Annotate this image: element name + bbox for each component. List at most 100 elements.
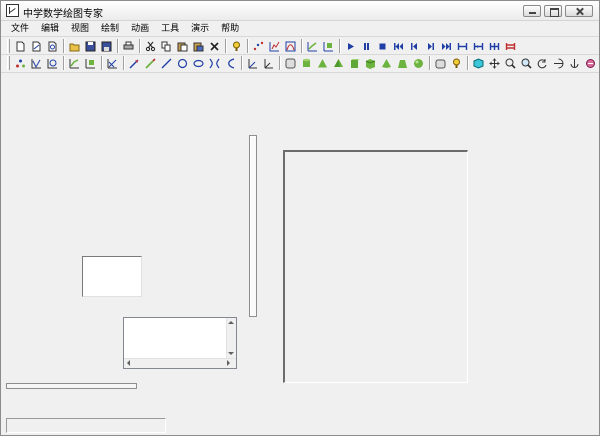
menu-tools[interactable]: 工具: [155, 22, 185, 36]
step-lines-2-button[interactable]: [471, 39, 486, 54]
toolbar-separator: [339, 39, 341, 53]
tetrahedron-button[interactable]: [379, 56, 394, 71]
delete-button[interactable]: [207, 39, 222, 54]
step-forward-button[interactable]: [423, 39, 438, 54]
plot-parametric-button[interactable]: [321, 39, 336, 54]
sphere-button[interactable]: [411, 56, 426, 71]
step-lines-1-button[interactable]: [455, 39, 470, 54]
axes-grid-button[interactable]: [267, 39, 282, 54]
step-lines-4-button[interactable]: [503, 39, 518, 54]
open-folder-button[interactable]: [67, 39, 82, 54]
pyramid-button[interactable]: [331, 56, 346, 71]
paste-special-button[interactable]: [191, 39, 206, 54]
hyperbola-button[interactable]: [207, 56, 222, 71]
scroll-down-icon[interactable]: [228, 352, 234, 355]
copy-button[interactable]: [159, 39, 174, 54]
insert-function-button[interactable]: [67, 56, 82, 71]
menu-file[interactable]: 文件: [5, 22, 35, 36]
points-button[interactable]: [13, 56, 28, 71]
play-button[interactable]: [343, 39, 358, 54]
pyramid-icon: [334, 58, 343, 67]
rotate-free-button[interactable]: [583, 56, 598, 71]
frustum-button[interactable]: [395, 56, 410, 71]
move-icon: [489, 58, 500, 68]
to-end-button[interactable]: [439, 39, 454, 54]
menu-demo[interactable]: 演示: [185, 22, 215, 36]
plot-function-button[interactable]: [305, 39, 320, 54]
scroll-right-icon[interactable]: [227, 360, 230, 366]
title-bar[interactable]: 中学数学绘图专家: [1, 1, 599, 21]
toolbar-grip[interactable]: [7, 56, 10, 70]
menu-animation[interactable]: 动画: [125, 22, 155, 36]
coord-system-button[interactable]: [105, 56, 120, 71]
circle-button[interactable]: [175, 56, 190, 71]
vertical-slider[interactable]: [249, 135, 257, 317]
expression-textbox[interactable]: [123, 317, 237, 369]
line-arrow-button[interactable]: [127, 56, 142, 71]
func-area-icon: [47, 58, 57, 68]
scroll-left-icon[interactable]: [127, 360, 130, 366]
new-file-button[interactable]: [13, 39, 28, 54]
save-button[interactable]: [83, 39, 98, 54]
insert-parametric-button[interactable]: [83, 56, 98, 71]
prism-button[interactable]: [347, 56, 362, 71]
maximize-button[interactable]: [544, 5, 562, 17]
cut-button[interactable]: [143, 39, 158, 54]
close-button[interactable]: [565, 5, 593, 17]
stop-button[interactable]: [375, 39, 390, 54]
axis-xyz-button[interactable]: [261, 56, 276, 71]
zoom-out-button[interactable]: [519, 56, 534, 71]
to-start-button[interactable]: [391, 39, 406, 54]
zoom-in-button[interactable]: [503, 56, 518, 71]
pause-button[interactable]: [359, 39, 374, 54]
step-lines-3-icon: [489, 42, 500, 50]
scatter-points-button[interactable]: [251, 39, 266, 54]
horizontal-scrollbar[interactable]: [124, 358, 236, 368]
print-button[interactable]: [121, 39, 136, 54]
step-back-button[interactable]: [407, 39, 422, 54]
new-3d-button[interactable]: [45, 39, 60, 54]
minimize-button[interactable]: [523, 5, 541, 17]
curve-pen-button[interactable]: [143, 56, 158, 71]
move-button[interactable]: [487, 56, 502, 71]
help-button[interactable]: [229, 39, 244, 54]
eraser-button[interactable]: [283, 56, 298, 71]
light-bulb-button[interactable]: [449, 56, 464, 71]
wireframe-button[interactable]: [433, 56, 448, 71]
axes-curve-button[interactable]: [283, 39, 298, 54]
step-lines-3-button[interactable]: [487, 39, 502, 54]
status-bar: [6, 418, 166, 433]
cylinder-icon: [303, 58, 310, 67]
toolbar-separator: [279, 56, 281, 70]
rotate-x-button[interactable]: [535, 56, 550, 71]
func-area-button[interactable]: [45, 56, 60, 71]
cone-button[interactable]: [315, 56, 330, 71]
parabola-button[interactable]: [223, 56, 238, 71]
horizontal-slider[interactable]: [6, 383, 137, 389]
menu-edit[interactable]: 编辑: [35, 22, 65, 36]
scroll-up-icon[interactable]: [228, 321, 234, 324]
menu-view[interactable]: 视图: [65, 22, 95, 36]
paste-button[interactable]: [175, 39, 190, 54]
cube-3d-button[interactable]: [471, 56, 486, 71]
zoom-in-icon: [505, 58, 516, 69]
func-curve-button[interactable]: [29, 56, 44, 71]
cube-solid-button[interactable]: [363, 56, 378, 71]
segment-button[interactable]: [159, 56, 174, 71]
cylinder-button[interactable]: [299, 56, 314, 71]
drawing-canvas[interactable]: [283, 150, 468, 383]
save-as-button[interactable]: [99, 39, 114, 54]
new-2d-button[interactable]: [29, 39, 44, 54]
axis-xy-button[interactable]: [245, 56, 260, 71]
new-3d-icon: [48, 41, 57, 51]
menu-draw[interactable]: 绘制: [95, 22, 125, 36]
rotate-y-button[interactable]: [551, 56, 566, 71]
menu-help[interactable]: 帮助: [215, 22, 245, 36]
rotate-z-button[interactable]: [567, 56, 582, 71]
rotate-free-icon: [586, 58, 595, 68]
toolbar-grip[interactable]: [7, 39, 10, 53]
vertical-scrollbar[interactable]: [226, 318, 236, 358]
preview-panel: [82, 256, 142, 297]
ellipse-button[interactable]: [191, 56, 206, 71]
toolbar-separator: [225, 39, 227, 53]
